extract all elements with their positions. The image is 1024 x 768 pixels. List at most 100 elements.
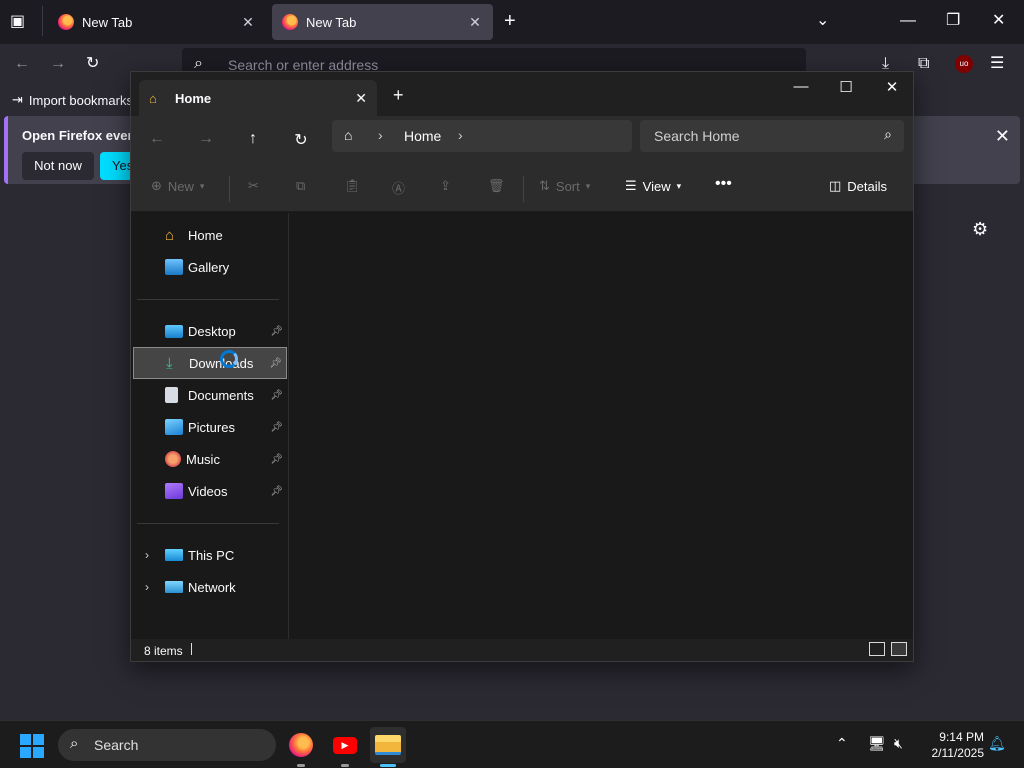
- firefox-tab-active[interactable]: New Tab ✕: [272, 4, 493, 40]
- back-icon[interactable]: ←: [14, 54, 30, 74]
- forward-icon[interactable]: →: [194, 130, 218, 148]
- search-placeholder: Search Home: [654, 128, 740, 144]
- delete-icon[interactable]: 🗑︎: [488, 178, 505, 194]
- minimize-icon[interactable]: —: [786, 78, 816, 95]
- pin-icon[interactable]: 📌︎: [270, 486, 283, 497]
- nav-item-music[interactable]: Music 📌︎: [133, 443, 287, 475]
- chevron-right-icon[interactable]: ›: [458, 127, 463, 143]
- share-icon[interactable]: ⇪: [440, 178, 451, 194]
- ublock-icon[interactable]: uo: [955, 55, 973, 73]
- tiles-view-icon[interactable]: [891, 642, 907, 656]
- close-tab-icon[interactable]: ✕: [355, 90, 367, 107]
- pin-icon[interactable]: 📌︎: [270, 326, 283, 337]
- tab-divider: [42, 6, 43, 36]
- nav-item-downloads[interactable]: ⤓ Downloads 📌︎: [133, 347, 287, 379]
- close-notification-icon[interactable]: ✕: [995, 126, 1010, 147]
- details-pane-icon: ◫: [829, 178, 842, 193]
- not-now-button[interactable]: Not now: [22, 152, 94, 180]
- back-icon[interactable]: ←: [145, 130, 169, 148]
- menu-icon[interactable]: ☰: [990, 54, 1004, 74]
- nav-label: Music: [186, 451, 220, 467]
- notification-bell-icon[interactable]: 🔔︎: [988, 735, 1006, 752]
- music-icon: [165, 451, 181, 467]
- nav-item-videos[interactable]: Videos 📌︎: [133, 475, 287, 507]
- details-label: Details: [847, 178, 888, 194]
- taskbar-firefox[interactable]: [283, 727, 319, 767]
- copy-icon[interactable]: ⧉: [296, 178, 305, 194]
- nav-label: Videos: [188, 483, 228, 499]
- new-tab-icon[interactable]: +: [393, 85, 404, 106]
- view-button[interactable]: ☰ View ▾: [625, 178, 681, 194]
- list-all-tabs-icon[interactable]: ⌄: [816, 11, 829, 31]
- close-window-icon[interactable]: ✕: [877, 78, 907, 96]
- new-tab-icon[interactable]: +: [504, 11, 516, 31]
- nav-item-documents[interactable]: Documents 📌︎: [133, 379, 287, 411]
- paste-icon[interactable]: 📋︎: [344, 178, 361, 194]
- clock[interactable]: 9:14 PM 2/11/2025: [922, 729, 985, 761]
- nav-item-pictures[interactable]: Pictures 📌︎: [133, 411, 287, 443]
- reload-icon[interactable]: ↻: [86, 54, 99, 74]
- close-tab-icon[interactable]: ✕: [467, 14, 483, 31]
- gear-icon[interactable]: ⚙: [972, 219, 988, 240]
- breadcrumb[interactable]: ⌂ › Home ›: [332, 120, 632, 152]
- sort-button[interactable]: ⇅ Sort ▾: [539, 178, 590, 194]
- taskbar-search-box[interactable]: ⌕ Search: [58, 729, 276, 761]
- search-icon: ⌕: [884, 126, 892, 142]
- nav-item-network[interactable]: › Network: [133, 571, 287, 603]
- details-button[interactable]: ◫ Details: [829, 178, 887, 194]
- tab-list-icon[interactable]: ▣: [10, 12, 25, 32]
- search-input[interactable]: Search Home ⌕: [640, 120, 904, 152]
- firefox-favicon-icon: [58, 14, 74, 30]
- firefox-favicon-icon: [282, 14, 298, 30]
- refresh-icon[interactable]: ↻: [289, 130, 313, 150]
- navigation-pane: ⌂ Home Gallery Desktop 📌︎ ⤓ Downloads 📌︎…: [131, 213, 289, 639]
- pin-icon[interactable]: 📌︎: [269, 358, 282, 369]
- chevron-right-icon[interactable]: ›: [145, 548, 149, 562]
- taskbar-youtube[interactable]: ▶: [327, 727, 363, 767]
- running-indicator: [297, 764, 305, 767]
- minimize-icon[interactable]: —: [900, 11, 916, 31]
- close-window-icon[interactable]: ✕: [992, 11, 1005, 31]
- home-icon[interactable]: ⌂: [344, 127, 352, 143]
- sort-icon: ⇅: [539, 178, 550, 193]
- nav-label: Pictures: [188, 419, 235, 435]
- more-options-icon[interactable]: •••: [715, 175, 732, 193]
- up-icon[interactable]: ↑: [241, 130, 265, 148]
- restore-icon[interactable]: ❐: [946, 11, 960, 31]
- nav-divider: [137, 523, 279, 524]
- forward-icon[interactable]: →: [50, 54, 66, 74]
- details-view-icon[interactable]: [869, 642, 885, 656]
- chevron-right-icon[interactable]: ›: [145, 580, 149, 594]
- pin-icon[interactable]: 📌︎: [270, 454, 283, 465]
- start-button-windows-icon[interactable]: [20, 734, 44, 758]
- nav-item-gallery[interactable]: Gallery: [133, 251, 287, 283]
- import-bookmarks-link[interactable]: ⇥ Import bookmarks: [12, 92, 133, 108]
- cut-icon[interactable]: ✂: [248, 178, 259, 194]
- import-bookmarks-label: Import bookmarks: [28, 92, 133, 108]
- nav-label: Gallery: [188, 259, 230, 275]
- extensions-icon[interactable]: ⧉: [918, 54, 929, 74]
- divider: [229, 176, 230, 202]
- nav-item-home[interactable]: ⌂ Home: [133, 219, 287, 251]
- file-content-pane[interactable]: [290, 213, 913, 639]
- breadcrumb-home[interactable]: Home: [404, 128, 441, 144]
- videos-icon: [165, 483, 183, 499]
- computer-icon: [165, 549, 183, 561]
- pin-icon[interactable]: 📌︎: [270, 422, 283, 433]
- rename-icon[interactable]: Ⓐ: [392, 178, 405, 197]
- close-tab-icon[interactable]: ✕: [240, 14, 256, 31]
- explorer-tab-home[interactable]: ⌂ Home ✕: [139, 80, 377, 116]
- nav-item-this-pc[interactable]: › This PC: [133, 539, 287, 571]
- firefox-tab[interactable]: New Tab ✕: [48, 4, 266, 40]
- maximize-icon[interactable]: ☐: [831, 78, 861, 96]
- new-button[interactable]: ⊕ New ▾: [151, 178, 204, 194]
- status-bar: 8 items: [131, 639, 913, 661]
- network-status-icon[interactable]: 🖥︎: [868, 735, 886, 752]
- show-hidden-icons-chevron-up-icon[interactable]: ⌃: [836, 735, 848, 752]
- nav-item-desktop[interactable]: Desktop 📌︎: [133, 315, 287, 347]
- sort-label: Sort: [555, 178, 580, 194]
- chevron-right-icon[interactable]: ›: [378, 127, 383, 143]
- volume-muted-icon[interactable]: 🔇︎: [894, 735, 903, 752]
- pin-icon[interactable]: 📌︎: [270, 390, 283, 401]
- taskbar-file-explorer[interactable]: [370, 727, 406, 767]
